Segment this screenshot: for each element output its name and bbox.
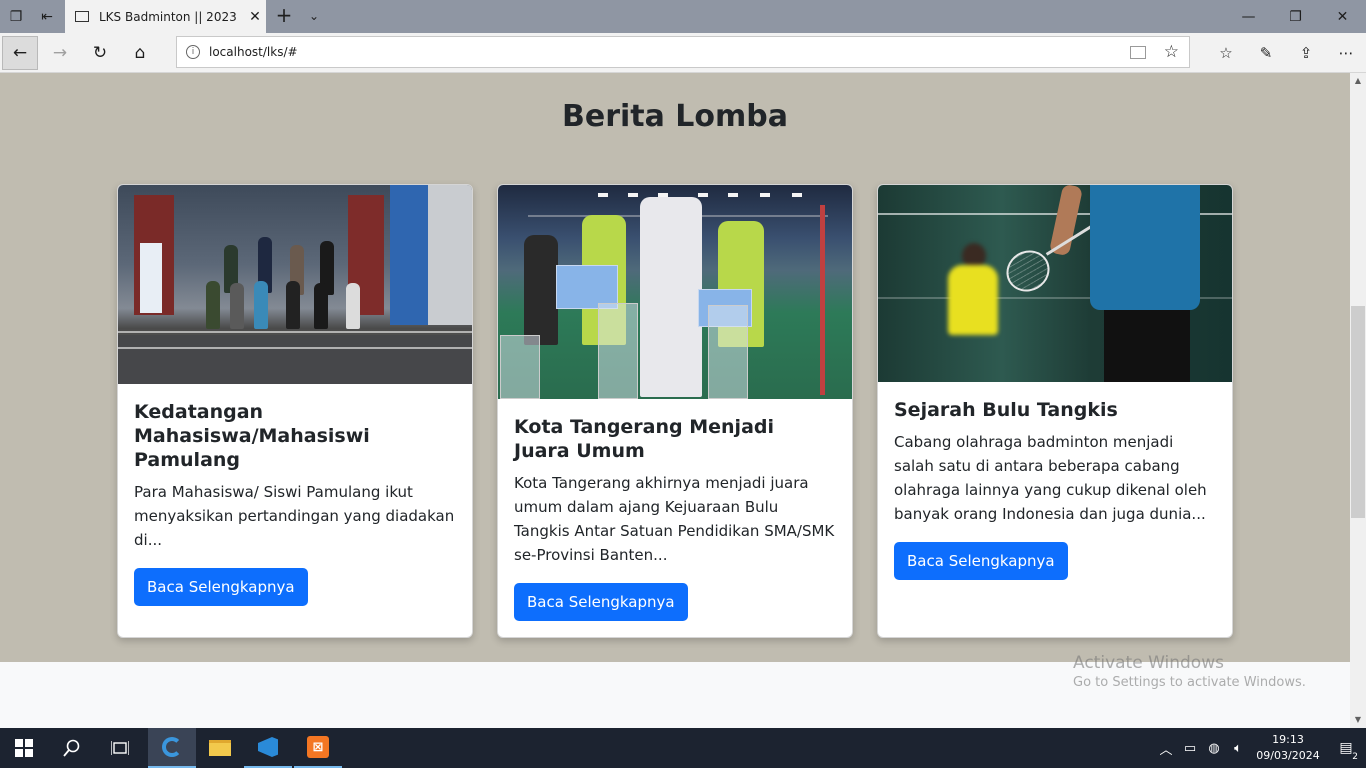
card-text: Kota Tangerang akhirnya menjadi juara um… [514,474,835,564]
forward-button[interactable]: → [42,36,78,70]
info-icon[interactable]: i [186,45,200,59]
close-tab-icon[interactable]: ✕ [244,9,266,25]
vscode-icon[interactable] [244,728,292,768]
clock-date: 09/03/2024 [1256,749,1320,762]
activate-windows-watermark: Activate Windows Go to Settings to activ… [1073,653,1306,690]
browser-toolbar: ☆ ✎ ⇪ ⋯ [1206,36,1366,70]
browser-nav-bar: ← → ↻ ⌂ i localhost/lks/# ☆ ☆ ✎ ⇪ ⋯ [0,33,1366,73]
windows-start-icon[interactable] [0,728,48,768]
news-image-badminton-player [878,185,1232,382]
url-text[interactable]: localhost/lks/# [209,45,1130,59]
clock[interactable]: 19:13 09/03/2024 [1250,732,1326,764]
browser-tab[interactable]: LKS Badminton || 2023 ✕ [65,0,266,33]
news-card: Kota Tangerang Menjadi Juara Umum Kota T… [497,184,853,638]
restore-icon[interactable]: ❐ [1272,0,1319,33]
watermark-subtitle: Go to Settings to activate Windows. [1073,675,1306,690]
card-title: Kota Tangerang Menjadi Juara Umum [514,416,775,462]
more-options-icon[interactable]: ⋯ [1326,36,1366,70]
card-text: Para Mahasiswa/ Siswi Pamulang ikut meny… [134,483,455,549]
scrollbar-thumb[interactable] [1351,306,1365,518]
card-title: Kedatangan Mahasiswa/Mahasiswi Pamulang [134,401,370,471]
notes-pen-icon[interactable]: ✎ [1246,36,1286,70]
watermark-title: Activate Windows [1073,653,1224,673]
refresh-button[interactable]: ↻ [82,36,118,70]
home-button[interactable]: ⌂ [122,36,158,70]
read-more-button[interactable]: Baca Selengkapnya [894,542,1068,580]
set-aside-tabs-icon[interactable]: ⇤ [33,3,61,30]
scroll-down-icon[interactable]: ▼ [1350,712,1366,728]
favorite-star-icon[interactable]: ☆ [1164,42,1179,62]
section-title: Berita Lomba [561,99,789,134]
vertical-scrollbar[interactable]: ▲ ▼ [1350,73,1366,728]
page-viewport: Berita Lomba Kedatangan Mahasiswa/Mahasi… [0,73,1350,728]
network-globe-icon[interactable]: ◍ [1202,741,1226,756]
read-more-button[interactable]: Baca Selengkapnya [134,568,308,606]
volume-icon[interactable]: 🔈︎ [1226,741,1250,756]
edge-app-icon[interactable] [148,728,196,768]
scroll-up-icon[interactable]: ▲ [1350,73,1366,89]
windows-taskbar: ⊠ ︿ ▭ ◍ 🔈︎ 19:13 09/03/2024 ▤ 2 [0,728,1366,768]
news-image-award-ceremony [498,185,852,399]
news-card: Kedatangan Mahasiswa/Mahasiswi Pamulang … [117,184,473,638]
clock-time: 19:13 [1272,733,1304,746]
close-window-icon[interactable]: ✕ [1319,0,1366,33]
notification-center-icon[interactable]: ▤ 2 [1326,740,1366,762]
back-button[interactable]: ← [2,36,38,70]
tab-title: LKS Badminton || 2023 [99,9,237,24]
minimize-icon[interactable]: — [1225,0,1272,33]
xampp-icon[interactable]: ⊠ [294,728,342,768]
reading-view-icon[interactable] [1129,45,1146,59]
system-tray: ︿ ▭ ◍ 🔈︎ 19:13 09/03/2024 ▤ 2 [1154,728,1366,768]
browser-tab-bar: ❐ ⇤ LKS Badminton || 2023 ✕ + ⌄ — ❐ ✕ [0,0,1366,33]
notification-count: 2 [1352,752,1358,762]
share-icon[interactable]: ⇪ [1286,36,1326,70]
battery-icon[interactable]: ▭ [1178,741,1202,756]
new-tab-button[interactable]: + [272,4,296,28]
read-more-button[interactable]: Baca Selengkapnya [514,583,688,621]
tab-actions-icon[interactable]: ❐ [2,3,30,30]
news-section: Berita Lomba Kedatangan Mahasiswa/Mahasi… [0,73,1350,662]
favorites-icon[interactable]: ☆ [1206,36,1246,70]
tab-list-chevron-icon[interactable]: ⌄ [304,4,324,28]
file-explorer-icon[interactable] [196,728,244,768]
search-icon[interactable] [48,728,96,768]
news-card: Sejarah Bulu Tangkis Cabang olahraga bad… [877,184,1233,638]
card-title: Sejarah Bulu Tangkis [894,399,1118,421]
chevron-up-icon[interactable]: ︿ [1154,739,1178,758]
task-view-icon[interactable] [96,728,144,768]
page-icon [75,11,89,22]
news-image-group-photo [118,185,472,384]
address-bar[interactable]: i localhost/lks/# ☆ [176,36,1190,68]
card-text: Cabang olahraga badminton menjadi salah … [894,433,1207,523]
window-controls: — ❐ ✕ [1225,0,1366,33]
